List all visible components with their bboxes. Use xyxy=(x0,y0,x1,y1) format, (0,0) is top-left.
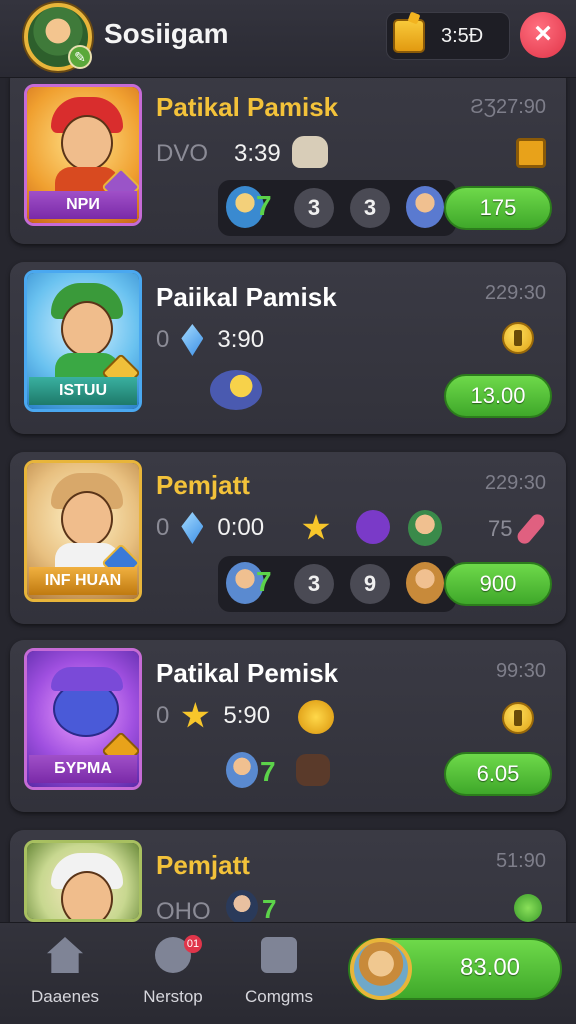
hero-price-button[interactable]: 175 xyxy=(444,186,552,230)
nav-item-home[interactable]: Daaenes xyxy=(10,937,120,1007)
list-item[interactable]: NPИ Patikal Pamisk ƧƷ27:90 DVO 3:39 7 3 … xyxy=(10,66,566,244)
stat-prefix: DVO xyxy=(156,140,209,167)
ally-avatar-icon xyxy=(226,752,258,788)
hero-stat-row: 0 0:00 xyxy=(156,512,264,544)
crystal-icon xyxy=(181,324,204,356)
chest-timer-value: 3:5Ɖ xyxy=(441,25,484,47)
notification-badge: 01 xyxy=(184,935,202,953)
bonus-icon xyxy=(210,370,262,410)
coin-icon[interactable] xyxy=(502,702,534,734)
stat-prefix: 0 xyxy=(156,326,170,353)
stat-prefix: 0 xyxy=(156,702,170,729)
app-title: Sosiigam xyxy=(104,18,229,49)
list-item[interactable]: INF HUAN Pemjatt 229:30 0 0:00 75 7 3 9 … xyxy=(10,452,566,624)
list-item[interactable]: БYPMA Patikal Pemisk 99:30 0 5:90 7 6.05 xyxy=(10,640,566,812)
nav-label: Nerstop xyxy=(143,987,203,1006)
treasure-box-icon[interactable] xyxy=(516,138,546,168)
side-value: 75 xyxy=(488,516,513,541)
team-slot[interactable]: 9 xyxy=(350,564,390,604)
close-button[interactable]: × xyxy=(520,12,566,58)
ally-avatar-icon xyxy=(406,562,444,604)
team-count: 7 xyxy=(256,190,272,221)
potion-icon xyxy=(356,510,390,544)
team-strip: 7 3 9 xyxy=(218,556,456,612)
hero-rarity-label: ISTUU xyxy=(29,377,137,405)
team-slot[interactable]: 3 xyxy=(350,188,390,228)
home-icon xyxy=(47,937,83,973)
team-slot[interactable]: 3 xyxy=(294,564,334,604)
top-bar: ✎ Sosiigam 3:5Ɖ × xyxy=(0,0,576,78)
stat-value: 3:39 xyxy=(234,140,281,167)
team-count: 7 xyxy=(256,566,272,597)
hero-portrait[interactable]: INF HUAN xyxy=(24,460,142,602)
hero-timer: 51:90 xyxy=(495,850,546,872)
team-slot[interactable]: 3 xyxy=(294,188,334,228)
edit-icon[interactable]: ✎ xyxy=(68,45,92,69)
gold-pile-icon xyxy=(298,700,334,734)
hero-portrait[interactable]: NPИ xyxy=(24,84,142,226)
nav-label: Daaenes xyxy=(30,987,100,1006)
hero-price-button[interactable]: 900 xyxy=(444,562,552,606)
hero-timer: 229:30 xyxy=(484,472,546,494)
hero-name: Patikal Pamisk xyxy=(156,92,339,122)
hero-timer: 99:30 xyxy=(495,660,546,682)
hero-name: Patikal Pemisk xyxy=(156,658,339,688)
nav-item-chat[interactable]: Comgms xyxy=(224,937,334,1007)
team-count: 7 xyxy=(260,756,276,787)
hero-rarity-label: INF HUAN xyxy=(29,567,137,595)
chest-icon xyxy=(393,19,425,53)
balance-value: 83.00 xyxy=(459,954,521,981)
hero-portrait[interactable]: БYPMA xyxy=(24,648,142,790)
feather-icon xyxy=(514,511,548,547)
star-icon xyxy=(302,514,330,540)
hero-rarity-label: NPИ xyxy=(29,191,137,219)
rock-icon xyxy=(296,754,330,786)
hero-price-button[interactable]: 13.00 xyxy=(444,374,552,418)
stat-value: 0:00 xyxy=(217,514,265,541)
ally-avatar-icon xyxy=(406,186,444,228)
team-count: 7 xyxy=(262,894,277,924)
hero-stat-row: 0 5:90 xyxy=(156,702,270,730)
hero-name: Pemjatt xyxy=(156,470,250,500)
hero-price-button[interactable]: 6.05 xyxy=(444,752,552,796)
crystal-icon xyxy=(181,512,204,544)
ally-avatar-icon xyxy=(408,510,442,546)
hero-timer: 229:30 xyxy=(484,282,546,304)
player-avatar[interactable]: ✎ xyxy=(24,3,92,71)
coin-icon[interactable] xyxy=(502,322,534,354)
team-strip: 7 3 3 xyxy=(218,180,456,236)
nav-label: Comgms xyxy=(244,987,313,1006)
star-icon xyxy=(181,702,209,728)
stat-value: 5:90 xyxy=(223,702,271,729)
hero-portrait[interactable]: ISTUU xyxy=(24,270,142,412)
nav-item-settings[interactable]: 01 Nerstop xyxy=(118,935,228,1007)
chest-timer[interactable]: 3:5Ɖ xyxy=(386,12,510,60)
hero-timer: ƧƷ27:90 xyxy=(470,96,546,118)
hero-portrait[interactable] xyxy=(24,840,142,922)
hero-stat-row: 0 3:90 xyxy=(156,324,264,356)
hero-name: Pemjatt xyxy=(156,850,250,880)
leaf-icon xyxy=(514,894,542,922)
hero-rarity-label: БYPMA xyxy=(29,755,137,783)
stat-prefix: 0 xyxy=(156,514,170,541)
stat-value: 3:90 xyxy=(217,326,265,353)
hero-name: Paiikal Pamisk xyxy=(156,282,337,312)
ally-avatar-icon xyxy=(226,890,258,924)
skull-icon xyxy=(292,136,328,168)
chat-icon xyxy=(261,937,297,973)
profile-avatar[interactable] xyxy=(350,938,412,1000)
list-item[interactable]: ISTUU Paiikal Pamisk 229:30 0 3:90 13.00 xyxy=(10,262,566,434)
hero-stat-row: DVO 3:39 xyxy=(156,140,281,168)
